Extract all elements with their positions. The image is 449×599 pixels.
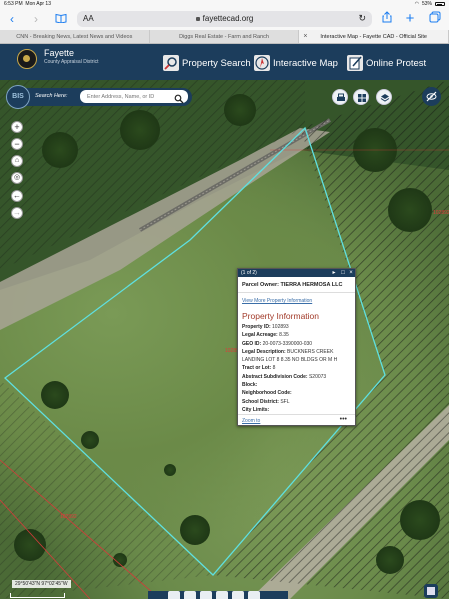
bookmarks-icon[interactable]	[52, 11, 70, 27]
field-row: Property ID: 102893	[242, 324, 289, 330]
popup-heading: Property Information	[242, 311, 320, 321]
lock-icon	[195, 16, 200, 21]
field-row: Block:	[242, 382, 258, 389]
share-icon[interactable]	[378, 11, 396, 27]
layers-button[interactable]	[376, 89, 392, 105]
print-icon	[337, 93, 345, 101]
url-text: fayettecad.org	[77, 14, 372, 23]
parcel-label: 102892	[60, 514, 77, 520]
view-more-link[interactable]: View More Property Information	[238, 293, 355, 304]
county-seal-logo[interactable]	[17, 49, 37, 69]
add-tool-icon[interactable]	[248, 591, 260, 599]
nav-property-search[interactable]: Property Search	[163, 53, 251, 73]
close-tab-icon[interactable]: ×	[303, 33, 307, 40]
close-icon[interactable]: ×	[348, 270, 354, 276]
field-row: Abstract Subdivision Code: S20073	[242, 373, 327, 380]
map-canvas[interactable]: 102893 102892 102892	[0, 80, 449, 599]
site-header: Fayette County Appraisal District Proper…	[0, 44, 449, 80]
print-button[interactable]	[332, 89, 348, 105]
forward-icon[interactable]: ›	[27, 11, 45, 27]
address-bar[interactable]: AA fayettecad.org ↻	[77, 11, 372, 27]
search-input[interactable]	[80, 90, 188, 103]
tabs-overview-icon[interactable]	[426, 11, 444, 27]
magnifier-icon	[163, 55, 179, 71]
site-name: Fayette	[44, 48, 75, 58]
tab-label: Interactive Map - Fayette CAD - Official…	[320, 33, 427, 40]
measure-tool-icon[interactable]	[200, 591, 212, 599]
buffer-tool-icon[interactable]	[232, 591, 244, 599]
browser-toolbar: ‹ › AA fayettecad.org ↻ +	[0, 8, 449, 30]
previous-extent-icon[interactable]: ←	[11, 190, 23, 202]
parcel-label: 102892	[433, 210, 449, 216]
zoom-out-button[interactable]: −	[11, 138, 23, 150]
select-tool-icon[interactable]	[216, 591, 228, 599]
popup-counter: (1 of 2)	[241, 270, 257, 276]
popup-owner: Parcel Owner: TIERRA HERMOSA LLC	[238, 277, 355, 293]
scale-bar	[10, 593, 65, 598]
search-icon[interactable]	[174, 91, 184, 104]
bottom-toolbar	[148, 591, 288, 599]
status-time: 6:53 PM Mon Apr 13	[4, 1, 51, 7]
eye-off-icon	[426, 91, 437, 102]
popup-fields: Property ID: 102893 Legal Acreage: 8.35 …	[238, 323, 355, 414]
wifi-icon: ◠	[414, 1, 419, 7]
field-row: Legal Description: BUCKNERS CREEK LANDIN…	[242, 348, 338, 364]
layers-icon	[380, 94, 390, 102]
tab-label: Diggs Real Estate - Farm and Ranch	[179, 33, 269, 40]
tab-label: CNN - Breaking News, Latest News and Vid…	[16, 33, 133, 40]
coordinates-readout: 29°50'43"N 97°02'45"W	[12, 580, 71, 588]
next-feature-icon[interactable]: ▸	[331, 270, 337, 276]
home-icon[interactable]: ⌂	[11, 155, 23, 167]
battery-icon	[435, 2, 445, 6]
battery-percent: 53%	[421, 1, 432, 7]
tab-cnn[interactable]: CNN - Breaking News, Latest News and Vid…	[0, 30, 150, 43]
tab-strip: CNN - Breaking News, Latest News and Vid…	[0, 30, 449, 44]
grid-icon	[358, 94, 366, 102]
basemap-button[interactable]	[353, 89, 369, 105]
toggle-visibility-button[interactable]	[422, 87, 441, 106]
locate-icon[interactable]: ◎	[11, 172, 23, 184]
search-label: Search Here:	[35, 93, 68, 99]
maximize-icon[interactable]: □	[340, 270, 346, 276]
status-right: ◠ 53%	[415, 1, 445, 7]
map-imagery	[0, 80, 449, 599]
field-row: School District: SFL	[242, 398, 290, 405]
field-row: Tract or Lot: 8	[242, 365, 276, 372]
nav-label: Interactive Map	[273, 57, 338, 69]
more-actions-button[interactable]: •••	[340, 416, 347, 423]
tab-interactive-map[interactable]: × Interactive Map - Fayette CAD - Offici…	[299, 30, 449, 43]
compass-icon	[254, 55, 270, 71]
property-popup: (1 of 2) ▸ □ × Parcel Owner: TIERRA HERM…	[237, 268, 356, 426]
field-row: GEO ID: 20-0073-3390000-030	[242, 340, 313, 347]
nav-online-protest[interactable]: Online Protest	[347, 53, 426, 73]
new-tab-icon[interactable]: +	[401, 11, 419, 27]
nav-label: Online Protest	[366, 57, 427, 69]
popup-footer: Zoom to •••	[238, 414, 355, 425]
bookmark-tool-icon[interactable]	[168, 591, 180, 599]
bis-logo: BIS	[6, 85, 30, 109]
legend-icon[interactable]	[424, 584, 438, 598]
back-icon[interactable]: ‹	[3, 11, 21, 27]
nav-label: Property Search	[182, 57, 251, 69]
tab-diggs[interactable]: Diggs Real Estate - Farm and Ranch	[150, 30, 300, 43]
document-pen-icon	[347, 55, 363, 71]
field-row: Legal Acreage: 8.35	[242, 332, 289, 339]
draw-tool-icon[interactable]	[184, 591, 196, 599]
site-subtitle: County Appraisal District	[44, 59, 99, 65]
next-extent-icon[interactable]: →	[11, 207, 23, 219]
zoom-to-link[interactable]: Zoom to	[242, 418, 260, 424]
status-bar: 6:53 PM Mon Apr 13 ◠ 53%	[0, 0, 449, 8]
nav-interactive-map[interactable]: Interactive Map	[254, 53, 338, 73]
reload-icon[interactable]: ↻	[358, 13, 366, 24]
popup-header: (1 of 2) ▸ □ ×	[238, 269, 355, 277]
zoom-in-button[interactable]: +	[11, 121, 23, 133]
field-row: Neighborhood Code:	[242, 390, 292, 397]
